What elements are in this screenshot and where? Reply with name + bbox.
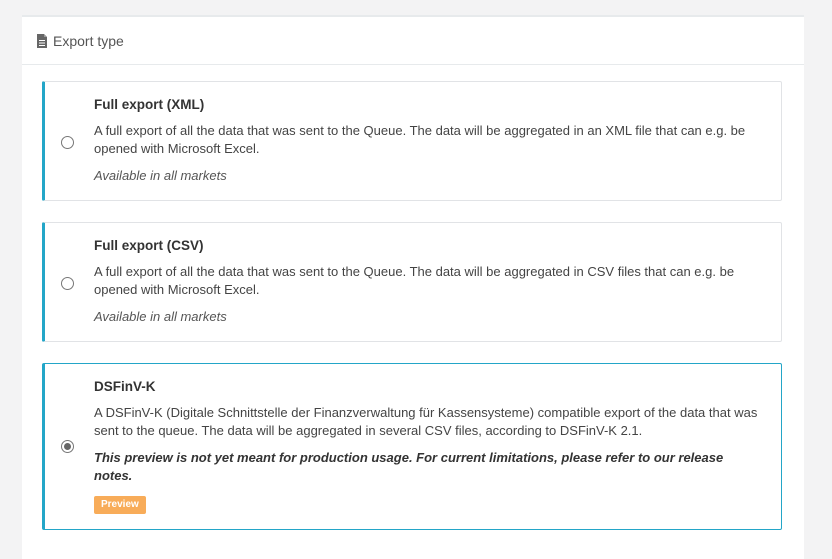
option-availability: Available in all markets — [94, 168, 227, 183]
option-title: DSFinV-K — [94, 379, 156, 394]
option-availability: Available in all markets — [94, 309, 227, 324]
radio-dsfinvk[interactable] — [61, 440, 74, 453]
option-title: Full export (XML) — [94, 97, 205, 112]
option-body: Full export (CSV) A full export of all t… — [94, 237, 763, 326]
option-title: Full export (CSV) — [94, 238, 204, 253]
export-option-xml[interactable]: Full export (XML) A full export of all t… — [42, 81, 782, 201]
radio-xml[interactable] — [61, 136, 74, 149]
option-body: DSFinV-K A DSFinV-K (Digitale Schnittste… — [94, 378, 763, 514]
option-description: A full export of all the data that was s… — [94, 264, 735, 297]
option-warning: This preview is not yet meant for produc… — [94, 450, 724, 483]
option-description: A full export of all the data that was s… — [94, 123, 746, 156]
export-option-dsfinvk[interactable]: DSFinV-K A DSFinV-K (Digitale Schnittste… — [42, 363, 782, 530]
panel-header: Export type — [22, 17, 804, 65]
option-description: A DSFinV-K (Digitale Schnittstelle der F… — [94, 405, 758, 438]
panel-title: Export type — [53, 32, 124, 49]
option-body: Full export (XML) A full export of all t… — [94, 96, 763, 185]
export-type-panel: Export type Full export (XML) A full exp… — [22, 15, 804, 559]
export-option-csv[interactable]: Full export (CSV) A full export of all t… — [42, 222, 782, 342]
radio-csv[interactable] — [61, 277, 74, 290]
document-icon — [37, 33, 47, 48]
preview-badge: Preview — [94, 496, 146, 514]
